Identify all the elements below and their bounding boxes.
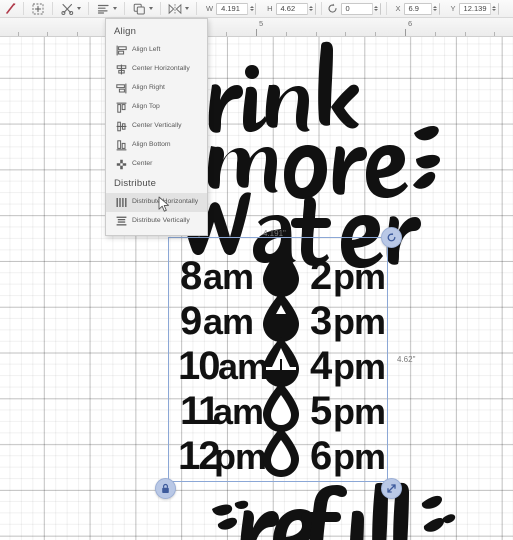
- flip-triangles-icon: [168, 2, 182, 15]
- rotate-field[interactable]: 0: [340, 2, 381, 15]
- ruler-minor-tick: [77, 32, 79, 36]
- flip-tool[interactable]: [166, 1, 191, 17]
- rotate-handle[interactable]: [381, 227, 402, 248]
- menu-group-title-align: Align: [114, 26, 137, 37]
- width-field[interactable]: 4.191: [216, 2, 257, 15]
- align-left-icon: [116, 45, 127, 56]
- chevron-down-icon: [77, 7, 81, 10]
- lock-handle[interactable]: [155, 478, 176, 499]
- edit-tool[interactable]: [58, 1, 83, 17]
- y-stepper[interactable]: [489, 2, 498, 15]
- menu-item-center[interactable]: Center: [106, 155, 207, 174]
- ruler-minor-tick: [315, 32, 317, 36]
- rotate-value: 0: [345, 4, 350, 13]
- width-value: 4.191: [221, 4, 240, 13]
- chevron-down-icon: [113, 7, 117, 10]
- mouse-cursor: [158, 196, 171, 218]
- scissors-icon: [60, 2, 74, 15]
- menu-item-center-vertically[interactable]: Center Vertically: [106, 117, 207, 136]
- selection-width-label: 4.191": [263, 229, 286, 238]
- chevron-down-icon: [185, 7, 189, 10]
- menu-item-align-right[interactable]: Align Right: [106, 79, 207, 98]
- menu-item-label: Align Left: [132, 46, 161, 54]
- align-bottom-icon: [116, 140, 127, 151]
- arrange-tool[interactable]: [130, 1, 155, 17]
- selection-height-label: 4.62": [397, 355, 416, 364]
- y-field[interactable]: 12.139: [458, 2, 499, 15]
- height-label: H: [267, 4, 273, 13]
- menu-item-label: Align Right: [132, 84, 165, 92]
- center-horizontal-icon: [116, 64, 127, 75]
- rotate-stepper[interactable]: [371, 2, 380, 15]
- ruler-minor-tick: [285, 32, 287, 36]
- menu-item-align-bottom[interactable]: Align Bottom: [106, 136, 207, 155]
- selection-bounding-box[interactable]: [168, 237, 388, 482]
- distribute-vertical-icon: [116, 216, 127, 227]
- height-field-group: H 4.62: [263, 2, 316, 15]
- height-stepper[interactable]: [306, 2, 315, 15]
- menu-item-label: Center Horizontally: [132, 65, 190, 73]
- design-canvas[interactable]: 8 am 2 pm 9 am 3 pm 10 am 4 pm 11 am 5 p…: [0, 37, 513, 540]
- stacked-squares-icon: [132, 2, 146, 15]
- align-lines-icon: [96, 2, 110, 15]
- y-field-group: Y 12.139: [447, 2, 499, 15]
- brand-mark-icon: [4, 2, 18, 15]
- ruler-major-tick: [256, 29, 257, 36]
- width-label: W: [206, 4, 214, 13]
- ruler-minor-tick: [345, 32, 347, 36]
- cricut-design-space-window: W 4.191 H 4.62 0 X 6.9 Y 12.139 5 6 8 am…: [0, 0, 513, 540]
- dashed-square-plus-icon: [31, 2, 45, 15]
- y-label: Y: [450, 4, 456, 13]
- ruler-minor-tick: [47, 32, 49, 36]
- rotate-icon: [327, 2, 338, 15]
- menu-item-label: Center: [132, 160, 153, 168]
- horizontal-ruler[interactable]: 456: [0, 18, 513, 37]
- menu-item-label: Align Bottom: [132, 141, 171, 149]
- ruler-minor-tick: [464, 32, 466, 36]
- x-field-group: X 6.9: [392, 2, 440, 15]
- rotate-field-group: 0: [327, 2, 381, 15]
- menu-item-center-horizontally[interactable]: Center Horizontally: [106, 60, 207, 79]
- resize-handle-icon: [386, 483, 397, 494]
- ruler-label: 5: [259, 19, 264, 28]
- y-value: 12.139: [463, 4, 487, 13]
- ruler-minor-tick: [375, 32, 377, 36]
- align-dropdown-menu[interactable]: Align Align Left Center Horizontally Align …: [105, 18, 208, 236]
- menu-item-label: Center Vertically: [132, 122, 182, 130]
- menu-item-align-top[interactable]: Align Top: [106, 98, 207, 117]
- lock-handle-icon: [160, 483, 171, 494]
- menu-group-title-distribute: Distribute: [114, 178, 157, 189]
- top-toolbar: W 4.191 H 4.62 0 X 6.9 Y 12.139: [0, 0, 513, 18]
- rotate-handle-icon: [386, 232, 397, 243]
- x-value: 6.9: [408, 4, 419, 13]
- align-top-icon: [116, 102, 127, 113]
- align-right-icon: [116, 83, 127, 94]
- select-all-tool[interactable]: [29, 1, 47, 17]
- menu-item-distribute-vertically[interactable]: Distribute Vertically: [106, 212, 207, 231]
- x-stepper[interactable]: [430, 2, 439, 15]
- menu-item-label: Distribute Vertically: [132, 217, 190, 225]
- distribute-horizontal-icon: [116, 197, 127, 208]
- ruler-minor-tick: [17, 32, 19, 36]
- ruler-minor-tick: [226, 32, 228, 36]
- x-field[interactable]: 6.9: [403, 2, 440, 15]
- chevron-down-icon: [149, 7, 153, 10]
- menu-item-label: Align Top: [132, 103, 160, 111]
- ruler-label: 6: [408, 19, 413, 28]
- x-label: X: [395, 4, 401, 13]
- align-tool[interactable]: [94, 1, 119, 17]
- height-value: 4.62: [280, 4, 296, 13]
- width-field-group: W 4.191: [202, 2, 257, 15]
- width-stepper[interactable]: [247, 2, 256, 15]
- center-icon: [116, 159, 127, 170]
- height-field[interactable]: 4.62: [275, 2, 316, 15]
- ruler-minor-tick: [494, 32, 496, 36]
- menu-item-align-left[interactable]: Align Left: [106, 41, 207, 60]
- ruler-minor-tick: [434, 32, 436, 36]
- menu-item-distribute-horizontally[interactable]: Distribute Horizontally: [106, 193, 207, 212]
- center-vertical-icon: [116, 121, 127, 132]
- resize-handle[interactable]: [381, 478, 402, 499]
- ruler-major-tick: [405, 29, 406, 36]
